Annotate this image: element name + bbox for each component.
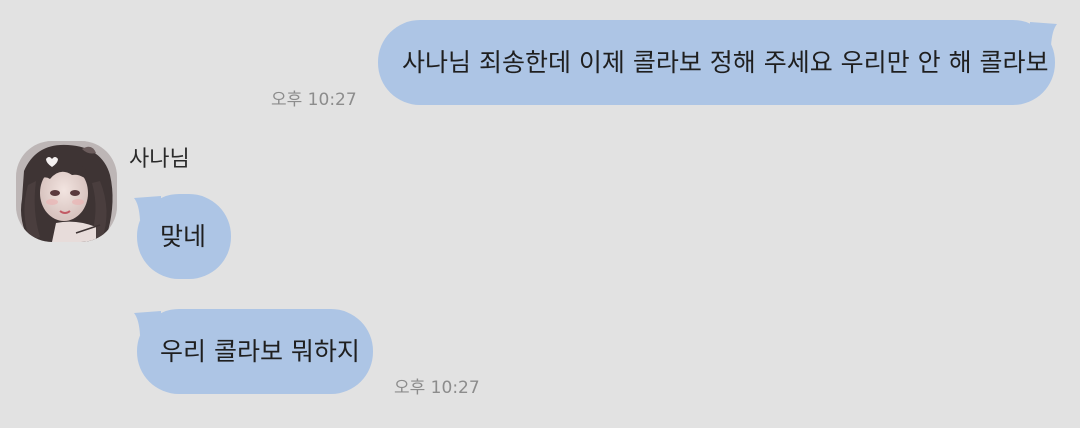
message-text: 사나님 죄송한데 이제 콜라보 정해 주세요 우리만 안 해 콜라보 [402,48,1049,77]
profile-photo-icon [16,141,117,242]
bubble-tail-incoming [134,196,161,220]
sender-name: 사나님 [129,147,190,172]
message-text: 맞네 [160,222,207,251]
bubble-tail-outgoing [1030,22,1057,46]
message-timestamp: 오후 10:27 [271,90,357,110]
message-text: 우리 콜라보 뭐하지 [160,337,360,366]
message-timestamp: 오후 10:27 [394,378,480,398]
message-bubble-outgoing[interactable]: 사나님 죄송한데 이제 콜라보 정해 주세요 우리만 안 해 콜라보 [378,20,1055,105]
bubble-tail-incoming [134,311,161,335]
avatar[interactable] [16,141,117,242]
message-bubble-incoming[interactable]: 우리 콜라보 뭐하지 [137,309,373,394]
